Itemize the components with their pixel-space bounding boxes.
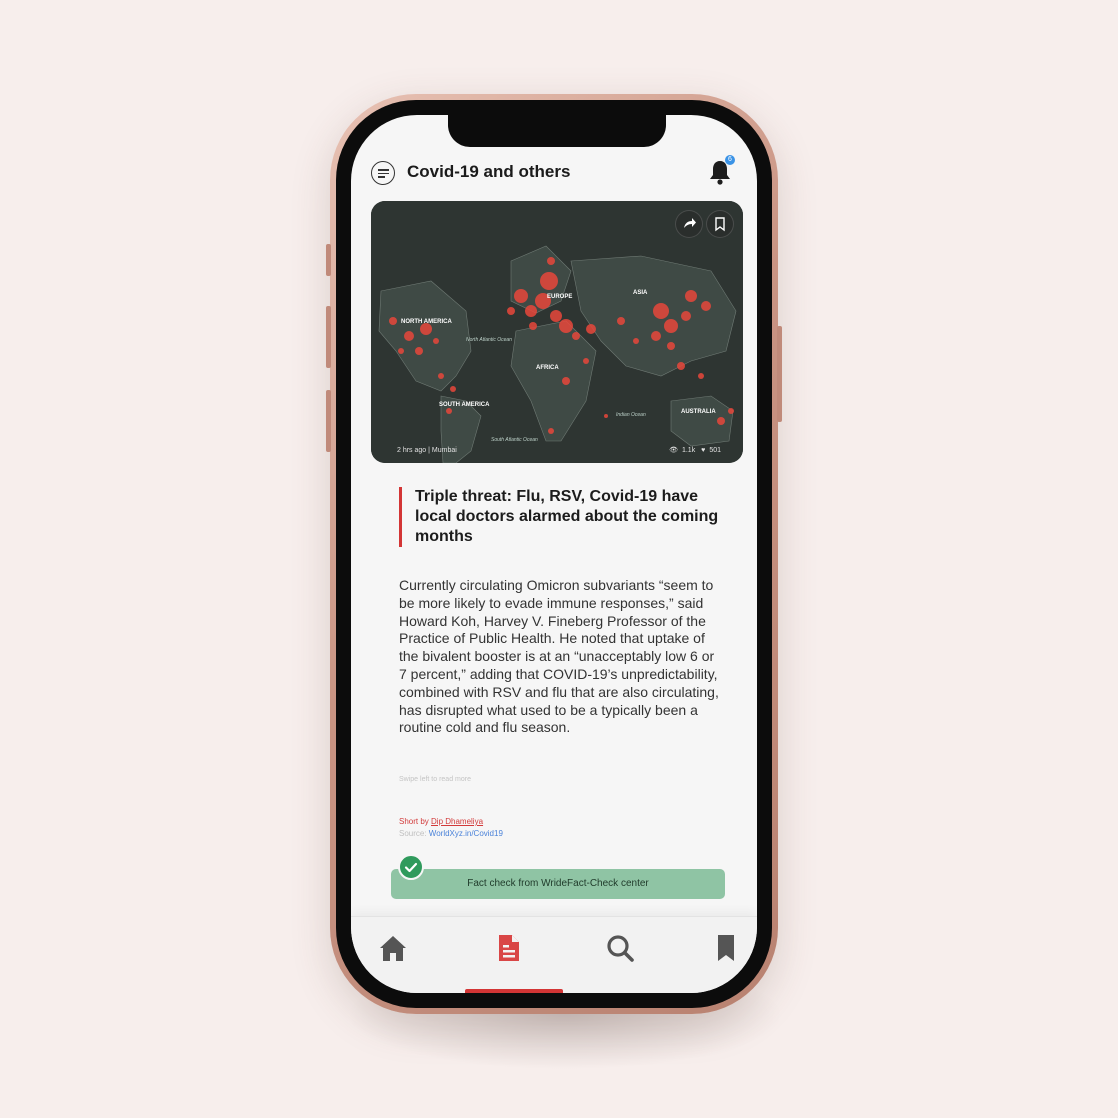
notification-bell-icon[interactable]: 6 [707, 155, 735, 187]
eye-icon: 👁 [669, 447, 678, 454]
source-line: Source: WorldXyz.in/Covid19 [399, 829, 503, 838]
phone-frame: Covid-19 and others 6 EUROPE ASIA NORTH … [326, 94, 782, 1014]
power-button [777, 326, 782, 422]
map-label-europe: EUROPE [547, 294, 572, 300]
notch [448, 115, 666, 147]
source-link[interactable]: WorldXyz.in/Covid19 [429, 829, 503, 838]
volume-down-button [326, 390, 331, 452]
map-label-indian-ocean: Indian Ocean [616, 412, 646, 418]
views-count: 1.1k [681, 447, 696, 454]
menu-icon[interactable] [371, 161, 395, 185]
map-label-australia: AUSTRALIA [681, 409, 716, 415]
bookmark-icon[interactable] [709, 931, 743, 965]
news-icon[interactable] [492, 931, 526, 965]
mute-switch [326, 244, 331, 276]
article-body: Currently circulating Omicron subvariant… [399, 577, 719, 736]
nav-active-indicator [465, 989, 563, 993]
map-label-south-atlantic: South Atlantic Ocean [491, 437, 538, 443]
article-title: Triple threat: Flu, RSV, Covid-19 have l… [399, 487, 735, 547]
phone-bezel: Covid-19 and others 6 EUROPE ASIA NORTH … [336, 100, 772, 1008]
swipe-hint: Swipe left to read more [399, 776, 471, 783]
volume-up-button [326, 306, 331, 368]
map-label-south-america: SOUTH AMERICA [439, 402, 490, 408]
map-label-north-atlantic: North Atlantic Ocean [466, 337, 512, 343]
app-screen: Covid-19 and others 6 EUROPE ASIA NORTH … [351, 115, 757, 993]
search-icon[interactable] [603, 931, 637, 965]
map-label-africa: AFRICA [536, 365, 559, 371]
author-link[interactable]: Dip Dhameliya [431, 817, 483, 826]
hero-map-image[interactable]: EUROPE ASIA NORTH AMERICA AFRICA SOUTH A… [371, 201, 743, 463]
share-icon[interactable] [675, 210, 703, 238]
likes-count: 501 [709, 447, 721, 454]
post-meta: 2 hrs ago | Mumbai [397, 447, 457, 454]
post-stats: 👁 1.1k ♥ 501 [665, 446, 721, 454]
map-label-north-america: NORTH AMERICA [401, 319, 452, 325]
bottom-navigation [351, 916, 757, 993]
fact-check-banner[interactable]: Fact check from WrideFact-Check center [391, 869, 725, 899]
byline: Short by Dip Dhameliya [399, 817, 483, 826]
bookmark-hero-icon[interactable] [706, 210, 734, 238]
heart-icon[interactable]: ♥ [701, 447, 705, 454]
byline-prefix: Short by [399, 817, 432, 826]
source-prefix: Source: [399, 829, 429, 838]
page-title: Covid-19 and others [407, 162, 571, 181]
map-label-asia: ASIA [633, 290, 648, 296]
home-icon[interactable] [376, 931, 410, 965]
fact-check-checkmark-icon [398, 854, 424, 880]
notification-badge: 6 [725, 155, 735, 165]
app-header: Covid-19 and others 6 [371, 155, 737, 191]
world-map-graphic: EUROPE ASIA NORTH AMERICA AFRICA SOUTH A… [371, 201, 743, 463]
